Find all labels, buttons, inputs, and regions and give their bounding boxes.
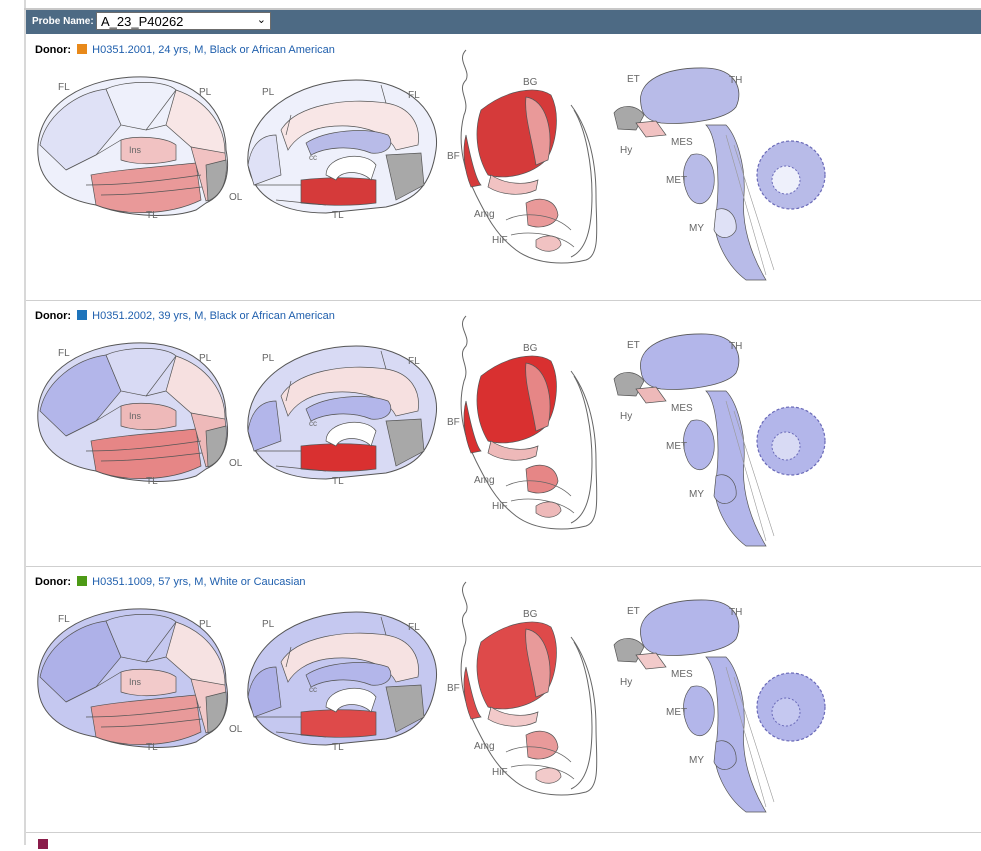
- label-hy: Hy: [620, 411, 632, 422]
- coronal-section-view: BG BF Amg HiF: [447, 315, 598, 530]
- probe-toolbar: Probe Name: A_23_P40262 ⌄: [26, 10, 981, 34]
- brain-expression-figure: FL PL Ins OL TL PL FL cc TL BG BF Amg Hi…: [37, 581, 826, 813]
- donor-panel: Donor: H0351.2001, 24 yrs, M, Black or A…: [26, 35, 981, 301]
- label-frontal: FL: [58, 82, 70, 93]
- label-bg: BG: [523, 343, 538, 354]
- label-cc: cc: [309, 153, 317, 162]
- label-temporal-medial: TL: [332, 476, 344, 487]
- label-met: MET: [666, 441, 687, 452]
- label-th: TH: [729, 607, 742, 618]
- coronal-section-view: BG BF Amg HiF: [447, 49, 598, 264]
- label-hif: HiF: [492, 235, 508, 246]
- chevron-down-icon: ⌄: [256, 14, 266, 26]
- label-my: MY: [689, 489, 704, 500]
- label-insula: Ins: [129, 411, 142, 421]
- label-occipital: OL: [229, 724, 243, 735]
- label-frontal-medial: FL: [408, 622, 420, 633]
- label-frontal-medial: FL: [408, 356, 420, 367]
- partial-donor-row: [35, 839, 50, 851]
- label-occipital: OL: [229, 192, 243, 203]
- label-parietal: PL: [199, 87, 212, 98]
- label-parietal-medial: PL: [262, 87, 275, 98]
- medial-cortex-view: PL FL cc TL: [247, 79, 438, 221]
- label-mes: MES: [671, 137, 693, 148]
- label-amg: Amg: [474, 741, 495, 752]
- label-bg: BG: [523, 609, 538, 620]
- label-et: ET: [627, 340, 640, 351]
- label-parietal-medial: PL: [262, 353, 275, 364]
- label-th: TH: [729, 341, 742, 352]
- label-my: MY: [689, 223, 704, 234]
- label-hif: HiF: [492, 501, 508, 512]
- label-my: MY: [689, 755, 704, 766]
- label-mes: MES: [671, 403, 693, 414]
- left-gutter: [0, 0, 26, 845]
- brain-expression-figure: FL PL Ins OL TL PL FL cc TL BG BF Amg Hi…: [37, 49, 826, 281]
- label-cc: cc: [309, 685, 317, 694]
- donor-panel: Donor: H0351.2002, 39 yrs, M, Black or A…: [26, 301, 981, 567]
- label-temporal: TL: [146, 742, 158, 753]
- label-bf: BF: [447, 417, 460, 428]
- coronal-section-view: BG BF Amg HiF: [447, 581, 598, 796]
- subcortical-view: ET TH Hy MES MET MY: [613, 599, 826, 813]
- subcortical-view: ET TH Hy MES MET MY: [613, 333, 826, 547]
- label-frontal: FL: [58, 348, 70, 359]
- lateral-cortex-view: FL PL Ins OL TL: [37, 76, 243, 221]
- label-et: ET: [627, 606, 640, 617]
- probe-select-value: A_23_P40262: [101, 14, 184, 29]
- label-temporal-medial: TL: [332, 742, 344, 753]
- label-met: MET: [666, 175, 687, 186]
- label-hif: HiF: [492, 767, 508, 778]
- label-occipital: OL: [229, 458, 243, 469]
- donor-swatch: [38, 839, 48, 849]
- label-insula: Ins: [129, 677, 142, 687]
- brain-expression-figure: FL PL Ins OL TL PL FL cc TL BG BF Amg Hi…: [37, 315, 826, 547]
- probe-select[interactable]: A_23_P40262 ⌄: [96, 12, 271, 30]
- label-frontal: FL: [58, 614, 70, 625]
- donor-panel: Donor: H0351.1009, 57 yrs, M, White or C…: [26, 567, 981, 833]
- lateral-cortex-view: FL PL Ins OL TL: [37, 342, 243, 487]
- label-bf: BF: [447, 683, 460, 694]
- label-bf: BF: [447, 151, 460, 162]
- label-parietal: PL: [199, 619, 212, 630]
- label-hy: Hy: [620, 145, 632, 156]
- label-temporal: TL: [146, 476, 158, 487]
- label-amg: Amg: [474, 209, 495, 220]
- label-parietal: PL: [199, 353, 212, 364]
- lateral-cortex-view: FL PL Ins OL TL: [37, 608, 243, 753]
- label-et: ET: [627, 74, 640, 85]
- label-insula: Ins: [129, 145, 142, 155]
- label-bg: BG: [523, 77, 538, 88]
- label-cc: cc: [309, 419, 317, 428]
- label-met: MET: [666, 707, 687, 718]
- label-temporal-medial: TL: [332, 210, 344, 221]
- label-amg: Amg: [474, 475, 495, 486]
- medial-cortex-view: PL FL cc TL: [247, 611, 438, 753]
- label-hy: Hy: [620, 677, 632, 688]
- label-temporal: TL: [146, 210, 158, 221]
- label-th: TH: [729, 75, 742, 86]
- subcortical-view: ET TH Hy MES MET MY: [613, 67, 826, 281]
- label-mes: MES: [671, 669, 693, 680]
- probe-name-label: Probe Name:: [32, 16, 94, 27]
- label-parietal-medial: PL: [262, 619, 275, 630]
- medial-cortex-view: PL FL cc TL: [247, 345, 438, 487]
- label-frontal-medial: FL: [408, 90, 420, 101]
